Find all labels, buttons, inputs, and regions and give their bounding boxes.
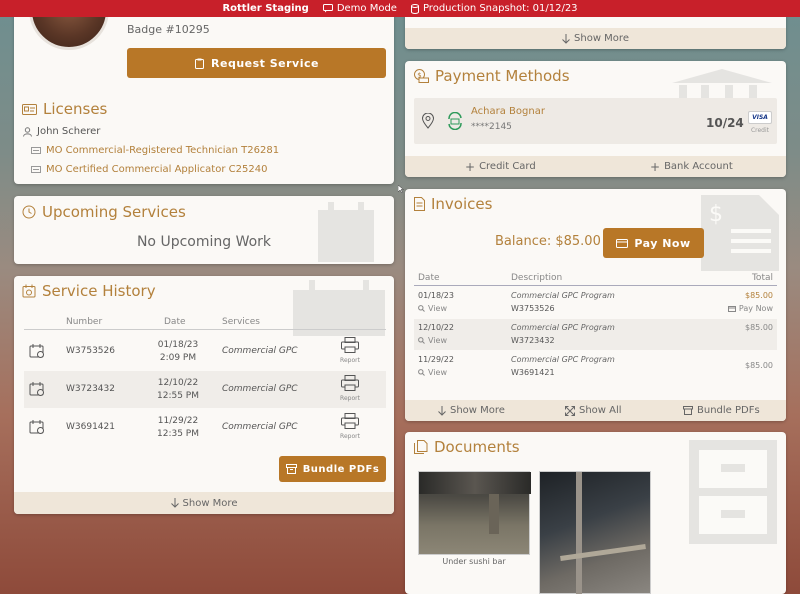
profile-card: Badge #10295 Request Service Licenses Jo… — [14, 0, 394, 184]
report-button[interactable]: Report — [338, 375, 362, 402]
file-cabinet-watermark-icon — [689, 440, 777, 544]
view-link[interactable]: View — [418, 304, 447, 313]
history-show-more[interactable]: Show More — [14, 492, 394, 514]
pay-now-button[interactable]: Pay Now — [603, 228, 704, 258]
arrow-down-icon — [170, 498, 179, 508]
autopay-icon — [446, 112, 464, 130]
document-caption: Under sushi bar — [442, 557, 506, 566]
calendar-watermark-icon — [318, 202, 374, 262]
history-icon — [22, 284, 36, 298]
table-row[interactable]: W3753526 01/18/23 2:09 PM Commercial GPC… — [24, 333, 386, 370]
top-show-more[interactable]: Show More — [405, 28, 786, 49]
location-pin-icon — [422, 113, 434, 129]
document-thumbnail[interactable] — [539, 471, 651, 594]
invoices-bundle-pdfs[interactable]: Bundle PDFs — [683, 405, 760, 416]
magnifier-icon — [418, 337, 425, 344]
card-icon — [31, 147, 41, 154]
invoices-title: Invoices — [414, 195, 492, 213]
bundle-pdfs-button[interactable]: Bundle PDFs — [279, 456, 386, 482]
invoices-card: $ Invoices Balance: $85.00 Pay Now Date … — [405, 189, 786, 421]
calendar-icon — [29, 419, 45, 435]
arrow-down-icon — [438, 405, 446, 416]
upcoming-empty-message: No Upcoming Work — [136, 234, 272, 250]
invoice-header-row: Date Description Total — [414, 271, 777, 286]
service-history-card: Service History Number Date Services W37… — [14, 276, 394, 514]
user-icon — [23, 126, 32, 137]
payment-method-row[interactable]: Achara Bognar ****2145 10/24 VISA Credit — [414, 98, 777, 144]
document-thumbnail[interactable] — [418, 471, 531, 555]
report-button[interactable]: Report — [338, 413, 362, 440]
balance-label: Balance: $85.00 — [495, 234, 601, 249]
calendar-icon — [29, 381, 45, 397]
invoices-show-all[interactable]: Show All — [565, 405, 622, 416]
view-link[interactable]: View — [418, 336, 447, 345]
magnifier-icon — [418, 369, 425, 376]
card-brand: VISA — [748, 111, 772, 124]
report-button[interactable]: Report — [338, 337, 362, 364]
license-item: MO Commercial-Registered Technician T262… — [31, 145, 279, 156]
calendar-icon — [29, 343, 45, 359]
environment-label: Rottler Staging — [222, 3, 309, 14]
table-row[interactable]: 11/29/22 View Commercial GPC Program W36… — [414, 351, 777, 382]
svg-text:$: $ — [709, 202, 723, 227]
credit-card-icon — [727, 305, 736, 312]
badge-number: Badge #10295 — [127, 23, 210, 36]
plus-icon: + — [465, 159, 476, 174]
table-row[interactable]: W3691421 11/29/22 12:35 PM Commercial GP… — [24, 409, 386, 446]
upcoming-services-title: Upcoming Services — [22, 203, 186, 221]
card-icon — [31, 166, 41, 173]
document-icon — [414, 197, 425, 211]
license-item: MO Certified Commercial Applicator C2524… — [31, 164, 267, 175]
invoice-watermark-icon: $ — [701, 195, 779, 271]
invoices-show-more[interactable]: Show More — [438, 405, 505, 416]
printer-icon — [341, 413, 359, 429]
table-row[interactable]: 01/18/23 View Commercial GPC Program W37… — [414, 287, 777, 318]
add-credit-card-button[interactable]: + Credit Card — [465, 159, 536, 174]
table-row[interactable]: W3723432 12/10/22 12:55 PM Commercial GP… — [24, 371, 386, 408]
invoices-footer: Show More Show All Bundle PDFs — [405, 400, 786, 421]
history-header-row: Number Date Services — [24, 314, 386, 330]
payment-methods-card: $ Payment Methods Achara Bognar ****2145… — [405, 61, 786, 177]
calendar-clock-icon — [22, 205, 36, 219]
plus-icon: + — [650, 159, 661, 174]
money-icon: $ — [414, 69, 429, 83]
archive-icon — [285, 464, 297, 474]
credit-card-icon — [616, 238, 629, 248]
snapshot-indicator: Production Snapshot: 01/12/23 — [410, 3, 578, 14]
expand-icon — [565, 405, 575, 416]
chat-icon — [322, 4, 333, 13]
clipboard-icon — [194, 58, 205, 69]
view-link[interactable]: View — [418, 368, 447, 377]
row-pay-now-link[interactable]: Pay Now — [727, 304, 773, 313]
database-icon — [410, 3, 419, 14]
add-bank-account-button[interactable]: + Bank Account — [650, 159, 733, 174]
environment-banner: Rottler Staging Demo Mode Production Sna… — [0, 0, 800, 17]
arrow-down-icon — [562, 33, 570, 44]
table-row[interactable]: 12/10/22 View Commercial GPC Program W37… — [414, 319, 777, 350]
documents-icon — [414, 440, 428, 454]
documents-title: Documents — [414, 438, 520, 456]
id-card-icon — [22, 103, 37, 115]
archive-icon — [683, 406, 693, 415]
service-history-title: Service History — [22, 282, 156, 300]
magnifier-icon — [418, 305, 425, 312]
documents-card: Documents Under sushi bar — [405, 432, 786, 594]
upcoming-services-card: Upcoming Services No Upcoming Work — [14, 196, 394, 264]
printer-icon — [341, 337, 359, 353]
license-holder: John Scherer — [23, 126, 100, 137]
mouse-cursor-icon — [397, 178, 405, 194]
request-service-button[interactable]: Request Service — [127, 48, 386, 78]
printer-icon — [341, 375, 359, 391]
payment-footer: + Credit Card + Bank Account — [405, 156, 786, 177]
licenses-title: Licenses — [22, 100, 107, 118]
payment-methods-title: $ Payment Methods — [414, 67, 570, 85]
demo-mode-indicator: Demo Mode — [322, 3, 397, 14]
